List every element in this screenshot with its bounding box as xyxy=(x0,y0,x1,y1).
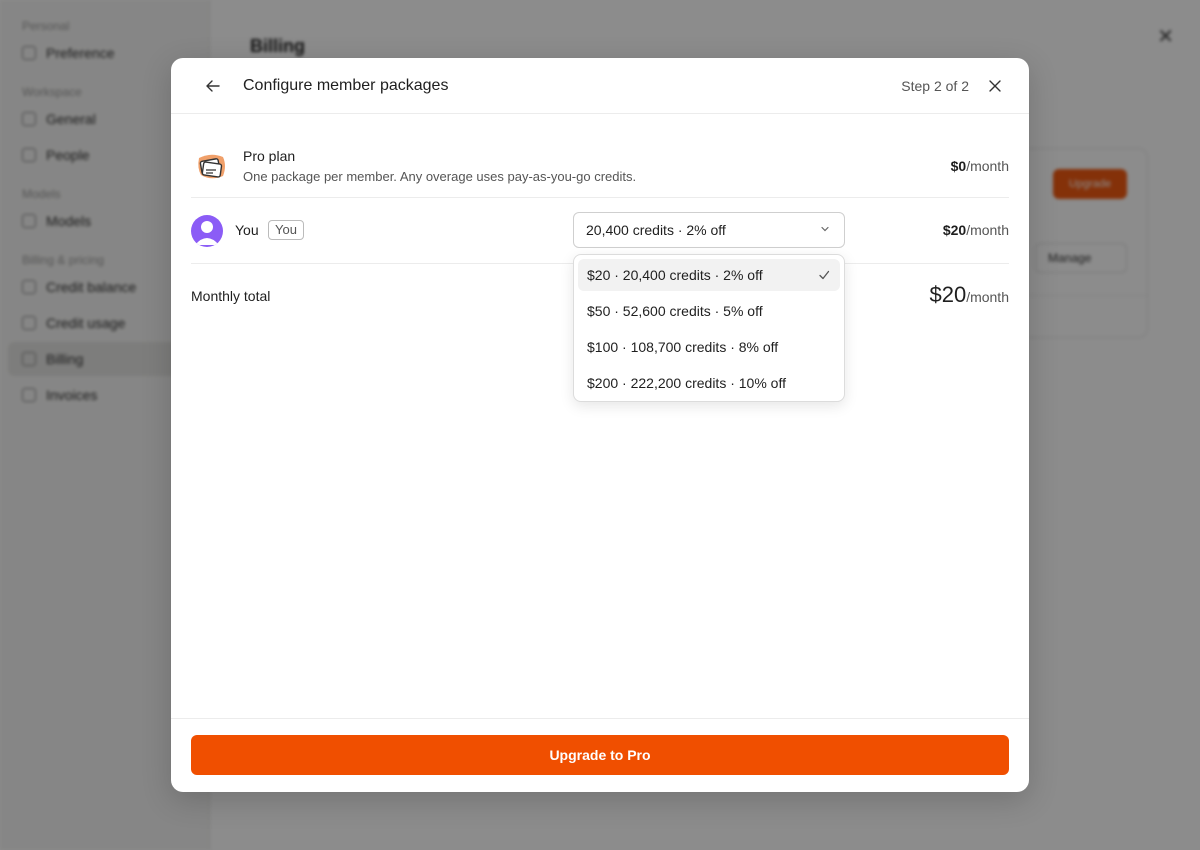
total-label: Monthly total xyxy=(191,288,271,304)
arrow-left-icon xyxy=(206,79,220,92)
back-button[interactable] xyxy=(201,74,225,98)
plan-row: Pro plan One package per member. Any ove… xyxy=(191,134,1009,198)
user-icon xyxy=(195,221,219,245)
avatar xyxy=(191,215,223,247)
close-icon xyxy=(989,80,1001,92)
package-option[interactable]: $20 · 20,400 credits · 2% off xyxy=(578,259,840,291)
member-price: $20/month xyxy=(942,222,1009,238)
close-button[interactable] xyxy=(983,74,1007,98)
configure-packages-modal: Configure member packages Step 2 of 2 Pr… xyxy=(171,58,1029,792)
package-option[interactable]: $50 · 52,600 credits · 5% off xyxy=(578,295,840,327)
package-select-value: 20,400 credits · 2% off xyxy=(586,222,726,238)
package-select[interactable]: 20,400 credits · 2% off xyxy=(573,212,845,248)
step-indicator: Step 2 of 2 xyxy=(901,77,969,94)
plan-description: One package per member. Any overage uses… xyxy=(243,169,637,184)
package-option[interactable]: $200 · 222,200 credits · 10% off xyxy=(578,367,840,399)
check-icon xyxy=(819,270,830,280)
plan-name: Pro plan xyxy=(243,148,296,164)
modal-title: Configure member packages xyxy=(243,76,449,94)
you-badge: You xyxy=(268,220,304,240)
member-name: You xyxy=(235,222,259,238)
pro-plan-icon xyxy=(198,154,225,179)
package-dropdown: $20 · 20,400 credits · 2% off $50 · 52,6… xyxy=(573,254,845,402)
modal-footer: Upgrade to Pro xyxy=(171,718,1029,792)
chevron-down-icon xyxy=(821,226,829,232)
upgrade-to-pro-button[interactable]: Upgrade to Pro xyxy=(191,735,1009,775)
plan-price: $0/month xyxy=(950,158,1009,174)
modal-header: Configure member packages Step 2 of 2 xyxy=(171,58,1029,114)
package-option[interactable]: $100 · 108,700 credits · 8% off xyxy=(578,331,840,363)
total-price: $20/month xyxy=(929,282,1009,307)
